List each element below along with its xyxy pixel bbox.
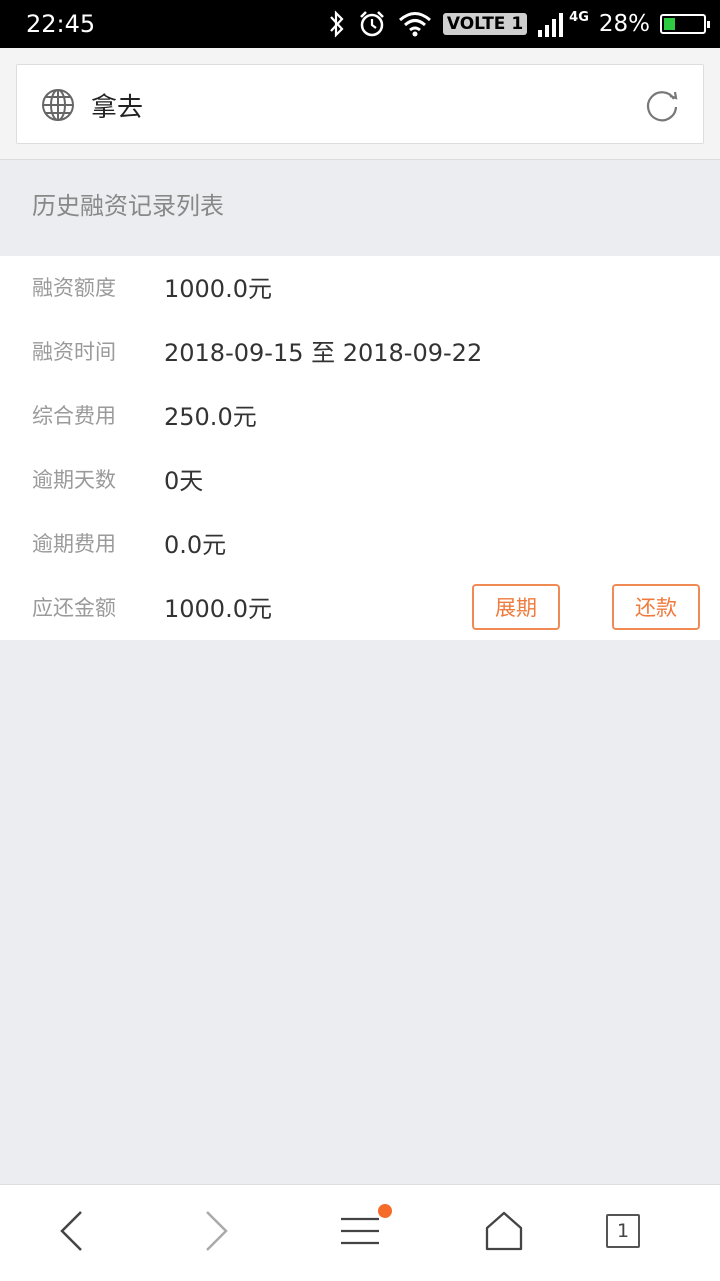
overdue-fee-value: 0.0元 bbox=[164, 531, 227, 559]
battery-icon bbox=[660, 14, 710, 34]
amount-value: 1000.0元 bbox=[164, 275, 272, 303]
status-bar: 22:45 VOLTE 1 4G 28% bbox=[0, 0, 720, 48]
back-icon bbox=[57, 1209, 87, 1257]
wifi-icon bbox=[397, 9, 433, 39]
page-title: 拿去 bbox=[91, 93, 144, 123]
browser-toolbar: 拿去 bbox=[0, 48, 720, 160]
overdue-fee-label: 逾期费用 bbox=[32, 532, 116, 556]
battery-level bbox=[664, 18, 675, 30]
record-row-overdue-days: 逾期天数 0天 bbox=[0, 448, 720, 512]
globe-icon bbox=[41, 88, 75, 126]
fee-value: 250.0元 bbox=[164, 403, 257, 431]
period-value: 2018-09-15 至 2018-09-22 bbox=[164, 339, 483, 367]
forward-icon bbox=[201, 1209, 231, 1257]
network-type: 4G bbox=[569, 10, 589, 25]
record-row-fee: 综合费用 250.0元 bbox=[0, 384, 720, 448]
due-label: 应还金额 bbox=[32, 596, 116, 620]
home-icon bbox=[484, 1211, 524, 1255]
reload-icon[interactable] bbox=[643, 85, 683, 129]
volte-badge: VOLTE 1 bbox=[442, 13, 528, 35]
signal-icon bbox=[537, 10, 567, 38]
financing-record: 融资额度 1000.0元 融资时间 2018-09-15 至 2018-09-2… bbox=[0, 256, 720, 640]
alarm-icon bbox=[357, 9, 387, 39]
record-row-period: 融资时间 2018-09-15 至 2018-09-22 bbox=[0, 320, 720, 384]
extend-button[interactable]: 展期 bbox=[472, 584, 560, 630]
repay-button[interactable]: 还款 bbox=[612, 584, 700, 630]
battery-percent: 28% bbox=[598, 11, 650, 37]
fee-label: 综合费用 bbox=[32, 404, 116, 428]
status-icons: VOLTE 1 4G 28% bbox=[327, 8, 710, 40]
notification-dot bbox=[378, 1204, 392, 1218]
forward-button[interactable] bbox=[144, 1185, 288, 1281]
tabs-button[interactable]: 1 bbox=[576, 1185, 720, 1281]
menu-icon bbox=[339, 1213, 381, 1253]
bluetooth-icon bbox=[327, 9, 347, 39]
home-button[interactable] bbox=[432, 1185, 576, 1281]
record-row-overdue-fee: 逾期费用 0.0元 bbox=[0, 512, 720, 576]
status-time: 22:45 bbox=[26, 10, 96, 38]
due-value: 1000.0元 bbox=[164, 595, 272, 623]
address-bar[interactable]: 拿去 bbox=[16, 64, 704, 144]
section-title: 历史融资记录列表 bbox=[32, 192, 224, 220]
tabs-icon: 1 bbox=[606, 1214, 640, 1248]
overdue-days-value: 0天 bbox=[164, 467, 204, 495]
menu-button[interactable] bbox=[288, 1185, 432, 1281]
period-label: 融资时间 bbox=[32, 340, 116, 364]
bottom-nav: 1 bbox=[0, 1184, 720, 1281]
record-row-amount: 融资额度 1000.0元 bbox=[0, 256, 720, 320]
amount-label: 融资额度 bbox=[32, 276, 116, 300]
overdue-days-label: 逾期天数 bbox=[32, 468, 116, 492]
back-button[interactable] bbox=[0, 1185, 144, 1281]
